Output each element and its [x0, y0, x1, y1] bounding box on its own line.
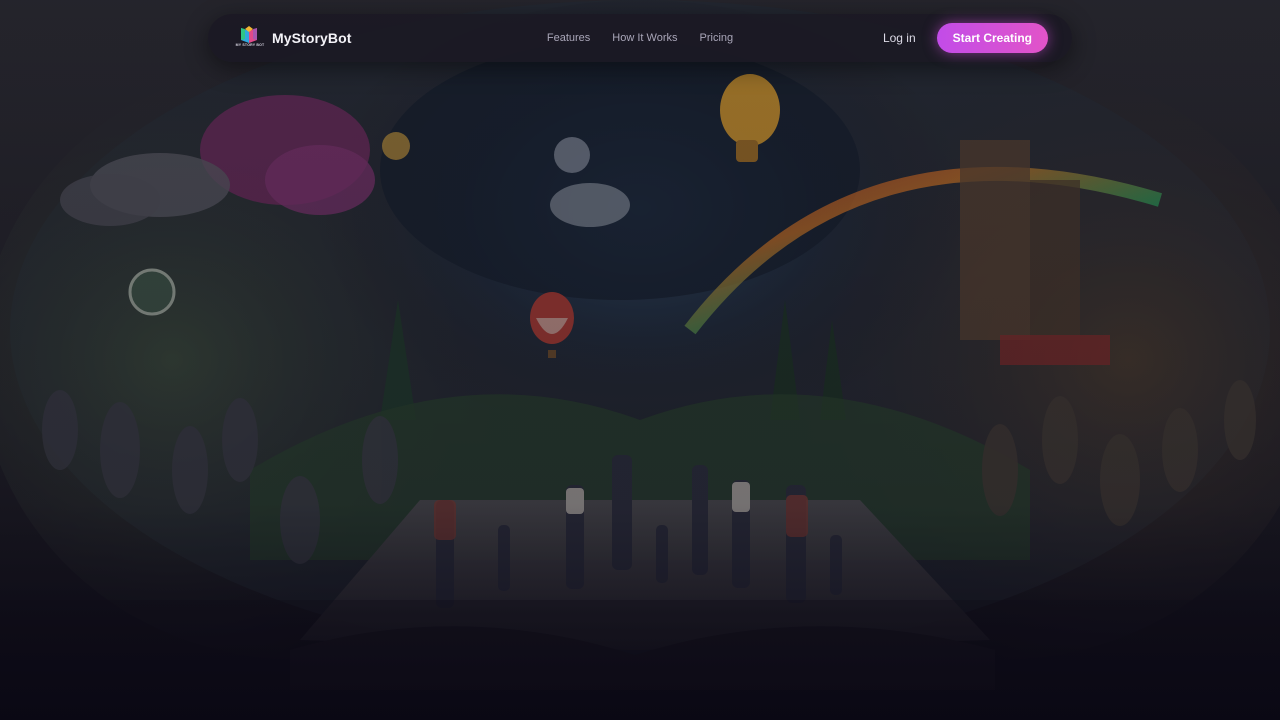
start-creating-button[interactable]: Start Creating: [936, 23, 1048, 53]
brand-logo-link[interactable]: MY STORY BOT MyStoryBot: [236, 14, 352, 62]
brand-name: MyStoryBot: [272, 30, 352, 46]
login-link[interactable]: Log in: [883, 31, 916, 45]
logo-caption: MY STORY BOT: [235, 43, 265, 47]
nav-actions: Log in Start Creating: [883, 14, 1048, 62]
landing-page: MY STORY BOT MyStoryBot Features How It …: [0, 0, 1280, 720]
open-book-logo-icon: MY STORY BOT: [235, 25, 265, 51]
nav-link-pricing[interactable]: Pricing: [700, 32, 734, 44]
nav-link-features[interactable]: Features: [547, 32, 590, 44]
nav-link-how-it-works[interactable]: How It Works: [612, 32, 677, 44]
top-navbar: MY STORY BOT MyStoryBot Features How It …: [208, 14, 1072, 62]
hero-overlay: [0, 0, 1280, 720]
